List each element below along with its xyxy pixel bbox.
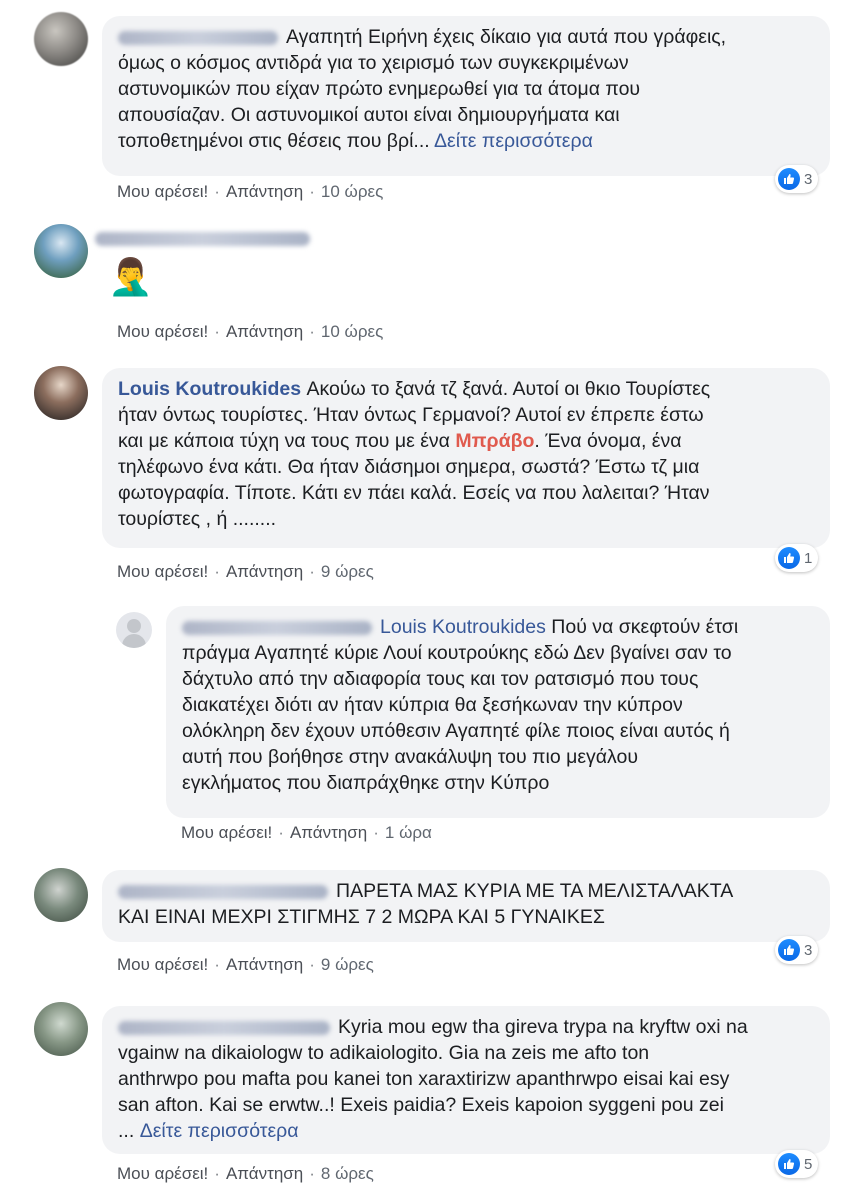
comment-actions: Μου αρέσει! · Απάντηση · 10 ώρες	[117, 182, 383, 202]
comment-bubble: Kyria mou egw tha gireva trypa na kryftw…	[102, 1006, 830, 1154]
thumbs-up-icon	[778, 1153, 800, 1175]
timestamp[interactable]: 10 ώρες	[321, 182, 383, 201]
separator: ·	[373, 823, 379, 842]
blurred-author-name[interactable]	[95, 232, 310, 246]
reaction-count-badge[interactable]: 1	[775, 544, 819, 572]
reaction-count: 1	[804, 549, 813, 567]
reply-link[interactable]: Απάντηση	[226, 322, 303, 341]
comment-actions: Μου αρέσει! · Απάντηση · 9 ώρες	[117, 562, 374, 582]
timestamp[interactable]: 1 ώρα	[385, 823, 432, 842]
reply-link[interactable]: Απάντηση	[226, 1164, 303, 1183]
thumbs-up-icon	[778, 547, 800, 569]
reply-link[interactable]: Απάντηση	[226, 562, 303, 581]
commenter-avatar[interactable]	[34, 366, 88, 420]
comment-text-line: απουσίαζαν. Οι αστυνομικοί αυτοι είναι δ…	[118, 104, 620, 126]
separator: ·	[214, 955, 220, 974]
comment-bubble: Louis Koutroukides Ακούω το ξανά τζ ξανά…	[102, 368, 830, 548]
default-user-icon	[127, 619, 141, 633]
comment-text-line: ολόκληρη δεν έχουν υπόθεσιν Αγαπητέ φίλε…	[182, 720, 730, 742]
comment-text-line: πράγμα Αγαπητέ κύριε Λουί κουτρούκης εδώ…	[182, 642, 732, 664]
separator: ·	[309, 1164, 315, 1183]
like-link[interactable]: Μου αρέσει!	[117, 182, 208, 201]
comment-text-line: ΚΑΙ ΕΙΝΑΙ ΜΕΧΡΙ ΣΤΙΓΜΗΣ 7 2 ΜΩΡΑ ΚΑΙ 5 Γ…	[118, 906, 605, 928]
timestamp[interactable]: 9 ώρες	[321, 955, 374, 974]
separator: ·	[309, 182, 315, 201]
reply-link[interactable]: Απάντηση	[290, 823, 367, 842]
reply-avatar-placeholder[interactable]	[116, 612, 152, 648]
comment-text-line: . Ένα όνομα, ένα	[534, 430, 682, 452]
separator: ·	[278, 823, 284, 842]
like-link[interactable]: Μου αρέσει!	[117, 562, 208, 581]
comment-text-line: εγκλήματος που διαπράχθηκε στην Κύπρο	[182, 772, 550, 794]
see-more-link[interactable]: Δείτε περισσότερα	[434, 130, 593, 152]
default-user-icon-body	[122, 634, 146, 648]
timestamp[interactable]: 8 ώρες	[321, 1164, 374, 1183]
bravo-link[interactable]: Μπράβο	[455, 430, 534, 452]
blurred-author-name[interactable]	[182, 620, 372, 635]
comment-text-line: δάχτυλο από την αδιαφορία τους και τον ρ…	[182, 668, 699, 690]
comment-text-line: anthrwpo pou mafta pou kanei ton xaraxti…	[118, 1068, 730, 1090]
reply-link[interactable]: Απάντηση	[226, 182, 303, 201]
see-more-link[interactable]: Δείτε περισσότερα	[140, 1120, 299, 1142]
reply-bubble: Louis Koutroukides Πού να σκεφτούν έτσι …	[166, 606, 830, 818]
reaction-count-badge[interactable]: 3	[775, 936, 819, 964]
reaction-count-badge[interactable]: 3	[775, 165, 819, 193]
comment-text-line: Kyria mou egw tha gireva trypa na kryftw…	[338, 1016, 748, 1038]
thumbs-up-icon	[778, 168, 800, 190]
timestamp[interactable]: 10 ώρες	[321, 322, 383, 341]
comment-bubble: Αγαπητή Ειρήνη έχεις δίκαιο για αυτά που…	[102, 16, 830, 176]
separator: ·	[214, 562, 220, 581]
comment-text-line: san afton. Kai se erwtw..! Exeis paidia?…	[118, 1094, 724, 1116]
reaction-count-badge[interactable]: 5	[775, 1150, 819, 1178]
timestamp[interactable]: 9 ώρες	[321, 562, 374, 581]
comment-bubble: ΠΑΡΕΤΑ ΜΑΣ ΚΥΡΙΑ ΜΕ ΤΑ ΜΕΛΙΣΤΑΛΑΚΤΑ ΚΑΙ …	[102, 870, 830, 942]
comment-text-line: Αγαπητή Ειρήνη έχεις δίκαιο για αυτά που…	[286, 26, 727, 48]
blurred-author-name[interactable]	[118, 30, 278, 45]
separator: ·	[214, 322, 220, 341]
like-link[interactable]: Μου αρέσει!	[117, 955, 208, 974]
separator: ·	[214, 1164, 220, 1183]
reaction-count: 5	[804, 1155, 813, 1173]
comment-text-line: και με κάποια τύχη να τους που με ένα	[118, 430, 450, 452]
commenter-avatar[interactable]	[34, 1002, 88, 1056]
author-name-link[interactable]: Louis Koutroukides	[118, 378, 301, 400]
comment-text-line: τουρίστες , ή ........	[118, 508, 277, 530]
commenter-avatar[interactable]	[34, 868, 88, 922]
comment-text-line: όμως ο κόσμος αντιδρά για το χειρισμό τω…	[118, 52, 629, 74]
comment-text-line: Ακούω το ξανά τζ ξανά. Αυτοί οι θκιο Του…	[306, 378, 711, 400]
comment-text-line: Πού να σκεφτούν έτσι	[551, 616, 739, 638]
blurred-author-name[interactable]	[118, 884, 328, 899]
comment-text-line: τηλέφωνο ένα κάτι. Θα ήταν διάσημοι σημε…	[118, 456, 700, 478]
comment-text-line: διακατέχει διότι αν ήταν κύπρια θα ξεσήκ…	[182, 694, 683, 716]
comment-text-line: αστυνομικών που είχαν πρώτο ενημερωθεί γ…	[118, 78, 641, 100]
comment-actions: Μου αρέσει! · Απάντηση · 8 ώρες	[117, 1164, 374, 1184]
separator: ·	[214, 182, 220, 201]
reaction-count: 3	[804, 170, 813, 188]
thumbs-up-icon	[778, 939, 800, 961]
mention-link[interactable]: Louis Koutroukides	[380, 616, 546, 638]
commenter-avatar[interactable]	[34, 12, 88, 66]
commenter-avatar[interactable]	[34, 224, 88, 278]
comment-text-line: αυτή που βοήθησε στην ανακάλυψη του πιο …	[182, 746, 639, 768]
comment-text-line: ΠΑΡΕΤΑ ΜΑΣ ΚΥΡΙΑ ΜΕ ΤΑ ΜΕΛΙΣΤΑΛΑΚΤΑ	[336, 880, 734, 902]
comment-actions: Μου αρέσει! · Απάντηση · 10 ώρες	[117, 322, 383, 342]
reply-link[interactable]: Απάντηση	[226, 955, 303, 974]
reaction-count: 3	[804, 941, 813, 959]
like-link[interactable]: Μου αρέσει!	[117, 322, 208, 341]
comment-text-line: vgainw na dikaiologw to adikaiologito. G…	[118, 1042, 650, 1064]
like-link[interactable]: Μου αρέσει!	[117, 1164, 208, 1183]
separator: ·	[309, 955, 315, 974]
separator: ·	[309, 322, 315, 341]
separator: ·	[309, 562, 315, 581]
comment-actions: Μου αρέσει! · Απάντηση · 1 ώρα	[181, 823, 432, 843]
comment-text-line: ...	[118, 1120, 135, 1142]
comment-actions: Μου αρέσει! · Απάντηση · 9 ώρες	[117, 955, 374, 975]
comment-text-line: τοποθετημένοι στις θέσεις που βρί...	[118, 130, 430, 152]
blurred-author-name[interactable]	[118, 1020, 330, 1035]
comment-text-line: φωτογραφία. Τίποτε. Κάτι εν πάει καλά. Ε…	[118, 482, 710, 504]
comment-text-line: ήταν όντως τουρίστες. Ήταν όντως Γερμανο…	[118, 404, 704, 426]
facepalm-emoji: 🤦‍♂️	[108, 257, 153, 298]
like-link[interactable]: Μου αρέσει!	[181, 823, 272, 842]
